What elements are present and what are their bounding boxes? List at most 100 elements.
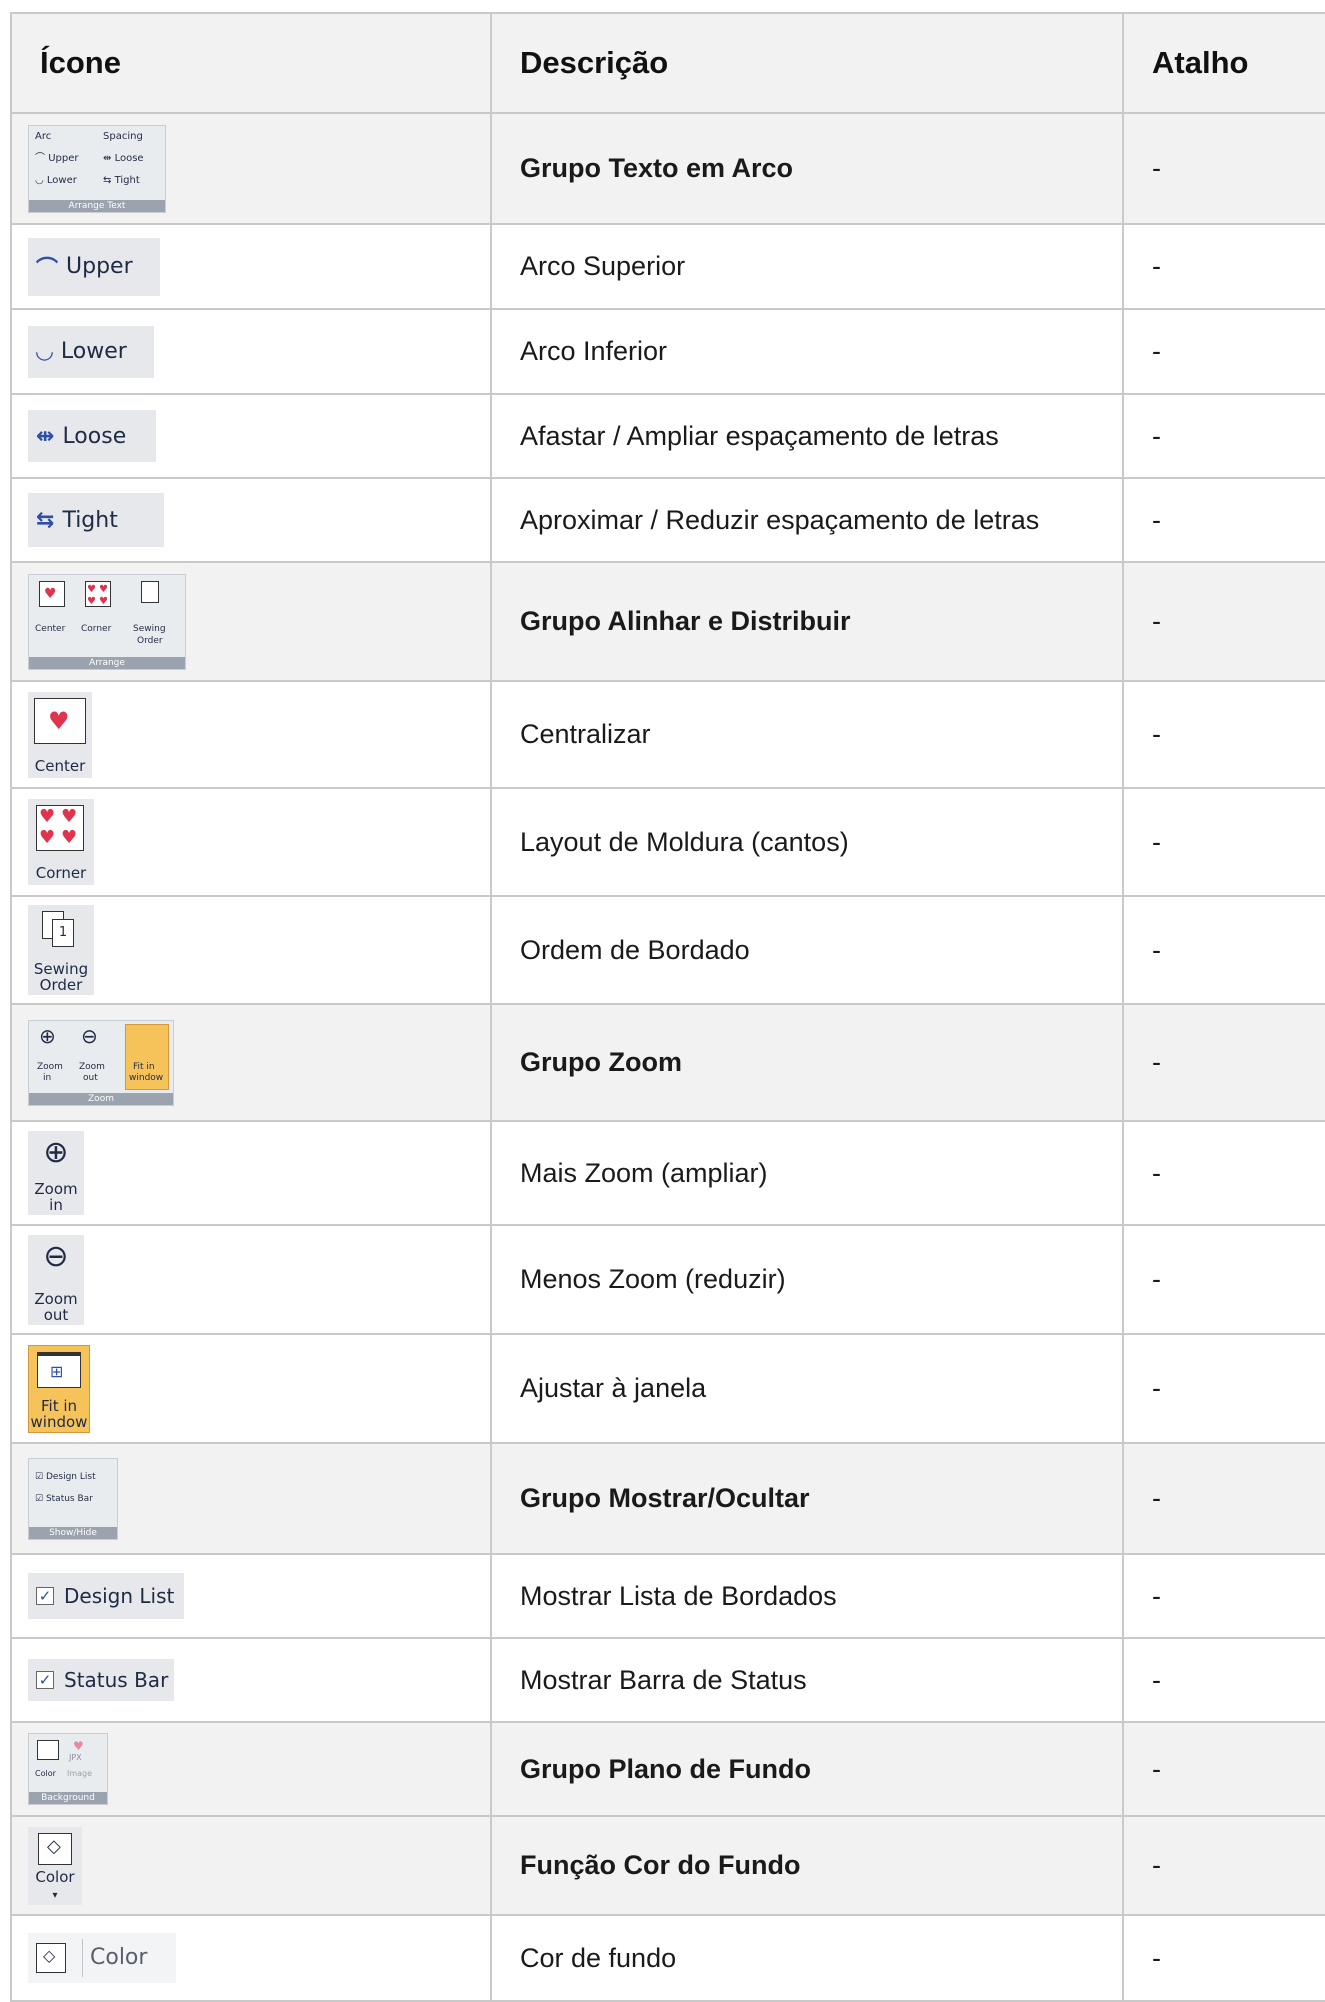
icon-cell: ✓ Status Bar — [10, 1637, 492, 1723]
row-shortcut: - — [1122, 787, 1325, 897]
loose-mini: ⇹ Loose — [103, 152, 144, 164]
upper-mini: ⌒ Upper — [35, 152, 79, 164]
tight-glyph-icon: ⇆ — [36, 507, 55, 533]
design-list-mini: ☑ Design List — [35, 1471, 96, 1482]
arrange-group-icon: ♥ ♥ ♥ ♥ ♥ Center Corner Sewing Order Arrang… — [28, 573, 186, 670]
row-shortcut: - — [1122, 1553, 1325, 1639]
group-caption: Show/Hide — [29, 1526, 117, 1539]
row-description: Grupo Zoom — [490, 1003, 1124, 1122]
icon-cell: ⇹ Loose — [10, 393, 492, 479]
header-row: Ícone Descrição Atalho — [10, 12, 1325, 114]
arc-lower-icon[interactable]: ◡ Lower — [28, 325, 154, 378]
separator — [82, 1939, 83, 1977]
table-row: ⇆ Tight Aproximar / Reduzir espaçamento d… — [10, 477, 1325, 563]
row-shortcut: - — [1122, 477, 1325, 563]
row-description: Afastar / Ampliar espaçamento de letras — [490, 393, 1124, 479]
table-row: ⊞ Fit in window Ajustar à janela - — [10, 1333, 1325, 1444]
corner-mini-icon: ♥ ♥ ♥ ♥ — [85, 580, 111, 607]
row-shortcut: - — [1122, 1914, 1325, 2002]
icon-cell: ⊖ Zoom out — [10, 1224, 492, 1335]
design-list-toggle[interactable]: ✓ Design List — [28, 1573, 184, 1619]
status-bar-toggle[interactable]: ✓ Status Bar — [28, 1659, 174, 1701]
table-row: ◇ Color ▾ Função Cor do Fundo - — [10, 1815, 1325, 1916]
fit-in-window-icon[interactable]: ⊞ Fit in window — [28, 1344, 90, 1433]
corner-icon[interactable]: ♥ ♥ ♥ ♥ Corner — [28, 799, 94, 885]
icon-cell: ♥ ♥ ♥ ♥ ♥ Center Corner Sewing Order Arrang… — [10, 561, 492, 682]
group-caption: Arrange — [29, 656, 185, 669]
row-description: Função Cor do Fundo — [490, 1815, 1124, 1916]
icon-cell: ⌒ Upper — [10, 223, 492, 310]
icon-cell: ♥ JPX Color Image Background — [10, 1721, 492, 1817]
row-description: Ajustar à janela — [490, 1333, 1124, 1444]
spacing-label: Spacing — [103, 130, 143, 142]
table-row: ⇹ Loose Afastar / Ampliar espaçamento de … — [10, 393, 1325, 479]
icon-cell: ⊕ ⊖ Zoom in Zoom out Fit in window Zoom — [10, 1003, 492, 1122]
row-description: Ordem de Bordado — [490, 895, 1124, 1005]
center-mini-icon: ♥ — [39, 580, 65, 607]
group-caption: Arrange Text — [29, 199, 165, 212]
row-shortcut: - — [1122, 308, 1325, 395]
magnifier-minus-icon: ⊖ — [43, 1238, 69, 1274]
row-shortcut: - — [1122, 223, 1325, 310]
show-hide-group-icon: ☑ Design List ☑ Status Bar Show/Hide — [28, 1457, 118, 1540]
row-description: Menos Zoom (reduzir) — [490, 1224, 1124, 1335]
icon-cell: ◡ Lower — [10, 308, 492, 395]
header-description: Descrição — [490, 12, 1124, 114]
table-row: 1 Sewing Order Ordem de Bordado - — [10, 895, 1325, 1005]
row-shortcut: - — [1122, 112, 1325, 225]
table-row: ♥ Center Centralizar - — [10, 680, 1325, 789]
spacing-loose-icon[interactable]: ⇹ Loose — [28, 410, 156, 462]
row-shortcut: - — [1122, 1333, 1325, 1444]
background-color-button[interactable]: ◇ Color ▾ — [28, 1826, 82, 1905]
sewing-order-mini-icon — [141, 580, 159, 603]
row-description: Mostrar Barra de Status — [490, 1637, 1124, 1723]
arc-lower-glyph-icon: ◡ — [36, 339, 53, 364]
arc-upper-icon[interactable]: ⌒ Upper — [28, 237, 160, 296]
row-description: Arco Superior — [490, 223, 1124, 310]
arc-upper-glyph-icon: ⌒ — [36, 256, 59, 282]
background-color-control[interactable]: ◇ Color — [28, 1933, 176, 1983]
tight-mini: ⇆ Tight — [103, 174, 140, 186]
background-group-icon: ♥ JPX Color Image Background — [28, 1733, 108, 1805]
sewing-order-icon[interactable]: 1 Sewing Order — [28, 905, 94, 995]
spacing-tight-icon[interactable]: ⇆ Tight — [28, 493, 164, 547]
arc-label: Arc — [35, 130, 52, 142]
paint-bucket-icon: ◇ — [38, 1832, 72, 1865]
row-description: Grupo Texto em Arco — [490, 112, 1124, 225]
row-shortcut: - — [1122, 895, 1325, 1005]
group-caption: Zoom — [29, 1092, 173, 1105]
zoom-in-mini-icon: ⊕ — [39, 1023, 56, 1048]
row-description: Aproximar / Reduzir espaçamento de letra… — [490, 477, 1124, 563]
row-shortcut: - — [1122, 1442, 1325, 1555]
lower-mini: ◡ Lower — [35, 174, 77, 186]
reference-table: Ícone Descrição Atalho Arc Spacing ⌒ Upp… — [10, 12, 1325, 2002]
table-row: ♥ ♥ ♥ ♥ ♥ Center Corner Sewing Order Arrang… — [10, 561, 1325, 682]
status-bar-mini: ☑ Status Bar — [35, 1493, 93, 1504]
center-icon[interactable]: ♥ Center — [28, 691, 92, 778]
row-description: Grupo Alinhar e Distribuir — [490, 561, 1124, 682]
header-icon: Ícone — [10, 12, 492, 114]
row-description: Centralizar — [490, 680, 1124, 789]
row-description: Grupo Mostrar/Ocultar — [490, 1442, 1124, 1555]
zoom-group-icon: ⊕ ⊖ Zoom in Zoom out Fit in window Zoom — [28, 1019, 174, 1106]
icon-cell: ⊕ Zoom in — [10, 1120, 492, 1226]
icon-cell: ✓ Design List — [10, 1553, 492, 1639]
icon-cell: ⊞ Fit in window — [10, 1333, 492, 1444]
zoom-out-mini-icon: ⊖ — [81, 1023, 98, 1048]
checkbox-checked-icon: ✓ — [36, 1587, 54, 1605]
zoom-in-icon[interactable]: ⊕ Zoom in — [28, 1131, 84, 1215]
row-description: Mais Zoom (ampliar) — [490, 1120, 1124, 1226]
arrange-text-group-icon: Arc Spacing ⌒ Upper ⇹ Loose ◡ Lower ⇆ Ti… — [28, 124, 166, 213]
row-shortcut: - — [1122, 1224, 1325, 1335]
zoom-out-icon[interactable]: ⊖ Zoom out — [28, 1234, 84, 1325]
row-shortcut: - — [1122, 1120, 1325, 1226]
table-row: ♥ JPX Color Image Background Grupo Plano… — [10, 1721, 1325, 1817]
row-shortcut: - — [1122, 561, 1325, 682]
table-row: ♥ ♥ ♥ ♥ Corner Layout de Moldura (cantos) … — [10, 787, 1325, 897]
header-shortcut: Atalho — [1122, 12, 1325, 114]
icon-cell: ◇ Color ▾ — [10, 1815, 492, 1916]
window-frame-icon: ⊞ — [37, 1351, 81, 1388]
group-caption: Background — [29, 1792, 107, 1804]
row-description: Arco Inferior — [490, 308, 1124, 395]
row-description: Layout de Moldura (cantos) — [490, 787, 1124, 897]
